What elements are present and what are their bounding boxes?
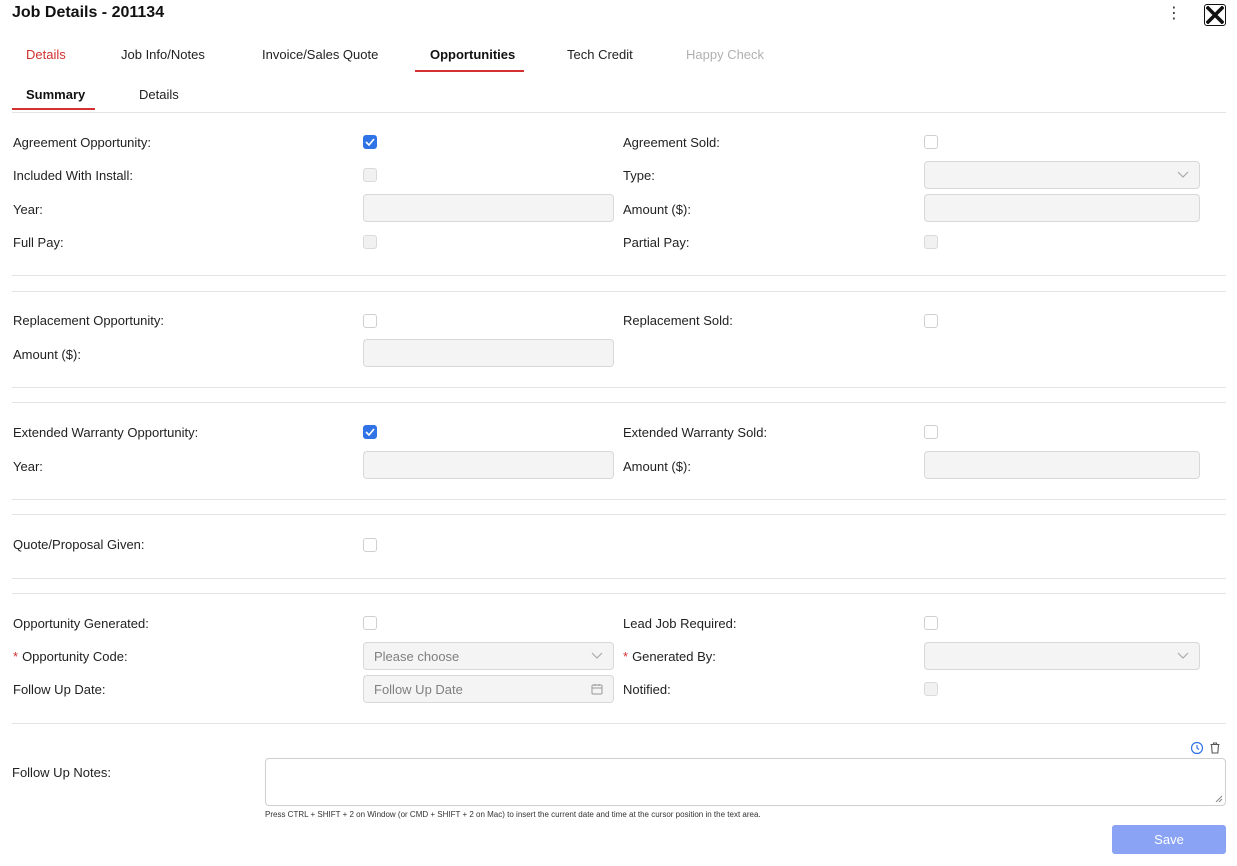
replacement-sold-label: Replacement Sold: [623, 313, 733, 328]
warranty-amount-label: Amount ($): [623, 459, 691, 474]
agreement-sold-label: Agreement Sold: [623, 135, 720, 150]
replacement-sold-checkbox[interactable] [924, 314, 938, 328]
type-select[interactable] [924, 161, 1200, 189]
subtab-summary[interactable]: Summary [26, 87, 85, 102]
notes-hint: Press CTRL + SHIFT + 2 on Window (or CMD… [265, 810, 761, 819]
divider [12, 275, 1226, 276]
opportunity-code-label: * Opportunity Code: [13, 649, 128, 664]
warranty-year-input[interactable] [363, 451, 614, 479]
close-icon [1206, 6, 1224, 24]
follow-up-notes-textarea[interactable] [265, 758, 1226, 806]
active-subtab-indicator [12, 108, 95, 110]
opportunity-code-select[interactable]: Please choose [363, 642, 614, 670]
more-options-icon[interactable]: ⋮ [1164, 6, 1184, 24]
divider [12, 499, 1226, 500]
divider [12, 593, 1226, 594]
chevron-down-icon [1177, 171, 1189, 178]
follow-up-notes-label: Follow Up Notes: [12, 765, 111, 780]
agreement-amount-input[interactable] [924, 194, 1200, 222]
check-icon [365, 138, 375, 146]
replacement-amount-input[interactable] [363, 339, 614, 367]
required-marker: * [13, 649, 19, 664]
warranty-year-label: Year: [13, 459, 43, 474]
replacement-amount-label: Amount ($): [13, 347, 81, 362]
agreement-year-label: Year: [13, 202, 43, 217]
quote-proposal-label: Quote/Proposal Given: [13, 537, 145, 552]
divider [12, 402, 1226, 403]
opportunity-generated-label: Opportunity Generated: [13, 616, 149, 631]
agreement-opportunity-checkbox[interactable] [363, 135, 377, 149]
included-with-install-checkbox[interactable] [363, 168, 377, 182]
chevron-down-icon [591, 652, 603, 659]
follow-up-date-placeholder: Follow Up Date [374, 681, 463, 697]
divider [12, 291, 1226, 292]
replacement-opportunity-label: Replacement Opportunity: [13, 313, 165, 328]
trash-icon[interactable] [1208, 741, 1222, 755]
lead-job-required-label: Lead Job Required: [623, 616, 737, 631]
agreement-sold-checkbox[interactable] [924, 135, 938, 149]
included-with-install-label: Included With Install: [13, 168, 133, 183]
agreement-opportunity-label: Agreement Opportunity: [13, 135, 152, 150]
resize-handle-icon [1215, 795, 1223, 803]
tab-happy-check[interactable]: Happy Check [686, 47, 764, 62]
warranty-sold-checkbox[interactable] [924, 425, 938, 439]
warranty-opportunity-label: Extended Warranty Opportunity: [13, 425, 199, 440]
calendar-icon [591, 684, 603, 695]
save-button[interactable]: Save [1112, 825, 1226, 854]
quote-proposal-checkbox[interactable] [363, 538, 377, 552]
tab-details[interactable]: Details [26, 47, 66, 62]
follow-up-date-label: Follow Up Date: [13, 682, 106, 697]
partial-pay-checkbox[interactable] [924, 235, 938, 249]
full-pay-checkbox[interactable] [363, 235, 377, 249]
opportunity-code-placeholder: Please choose [374, 648, 460, 664]
divider [12, 387, 1226, 388]
tab-job-info-notes[interactable]: Job Info/Notes [121, 47, 205, 62]
chevron-down-icon [1177, 652, 1189, 659]
warranty-amount-input[interactable] [924, 451, 1200, 479]
subtab-details[interactable]: Details [139, 87, 179, 102]
active-tab-indicator [415, 70, 524, 72]
close-button[interactable] [1204, 4, 1226, 26]
divider [12, 723, 1226, 724]
partial-pay-label: Partial Pay: [623, 235, 690, 250]
replacement-opportunity-checkbox[interactable] [363, 314, 377, 328]
lead-job-required-checkbox[interactable] [924, 616, 938, 630]
tab-invoice-sales-quote[interactable]: Invoice/Sales Quote [262, 47, 378, 62]
full-pay-label: Full Pay: [13, 235, 64, 250]
follow-up-date-input[interactable]: Follow Up Date [363, 675, 614, 703]
tab-tech-credit[interactable]: Tech Credit [567, 47, 633, 62]
divider [12, 514, 1226, 515]
tab-opportunities[interactable]: Opportunities [430, 47, 515, 62]
warranty-opportunity-checkbox[interactable] [363, 425, 377, 439]
warranty-sold-label: Extended Warranty Sold: [623, 425, 768, 440]
divider [12, 112, 1226, 113]
opportunity-generated-checkbox[interactable] [363, 616, 377, 630]
divider [12, 578, 1226, 579]
agreement-year-input[interactable] [363, 194, 614, 222]
generated-by-select[interactable] [924, 642, 1200, 670]
generated-by-label: * Generated By: [623, 649, 716, 664]
required-marker: * [623, 649, 629, 664]
page-title: Job Details - 201134 [12, 4, 165, 21]
check-icon [365, 428, 375, 436]
notified-checkbox[interactable] [924, 682, 938, 696]
type-label: Type: [623, 168, 655, 183]
insert-time-icon[interactable] [1190, 741, 1204, 755]
notified-label: Notified: [623, 682, 671, 697]
agreement-amount-label: Amount ($): [623, 202, 691, 217]
